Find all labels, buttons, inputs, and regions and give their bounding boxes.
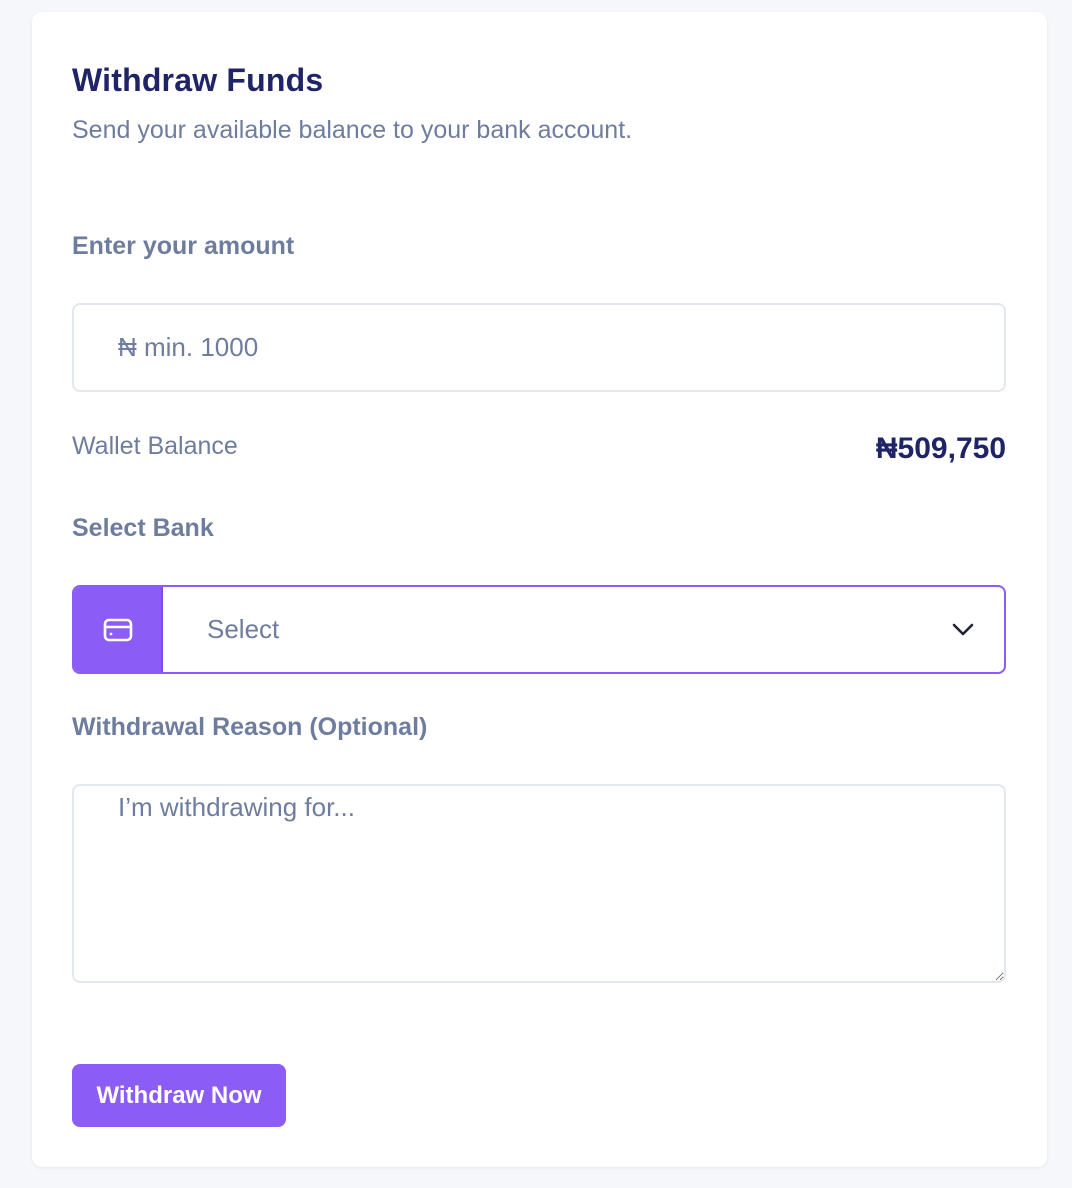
reason-textarea[interactable] [72, 784, 1006, 983]
amount-input[interactable] [72, 303, 1006, 392]
bank-label: Select Bank [72, 514, 214, 542]
withdraw-now-button[interactable]: Withdraw Now [72, 1064, 286, 1127]
reason-label: Withdrawal Reason (Optional) [72, 713, 428, 741]
chevron-down-icon [952, 623, 974, 635]
bank-select[interactable]: Select [72, 585, 1006, 674]
wallet-balance-label: Wallet Balance [72, 432, 238, 460]
page-title: Withdraw Funds [72, 62, 324, 98]
bank-select-value: Select [207, 614, 280, 644]
bank-select-icon-box [74, 587, 163, 672]
bank-select-body[interactable]: Select [163, 587, 1004, 672]
card-icon [103, 618, 132, 641]
wallet-balance-value: ₦509,750 [875, 432, 1006, 465]
amount-label: Enter your amount [72, 232, 295, 260]
withdraw-card: Withdraw Funds Send your available balan… [32, 12, 1047, 1167]
page-subtitle: Send your available balance to your bank… [72, 116, 633, 144]
